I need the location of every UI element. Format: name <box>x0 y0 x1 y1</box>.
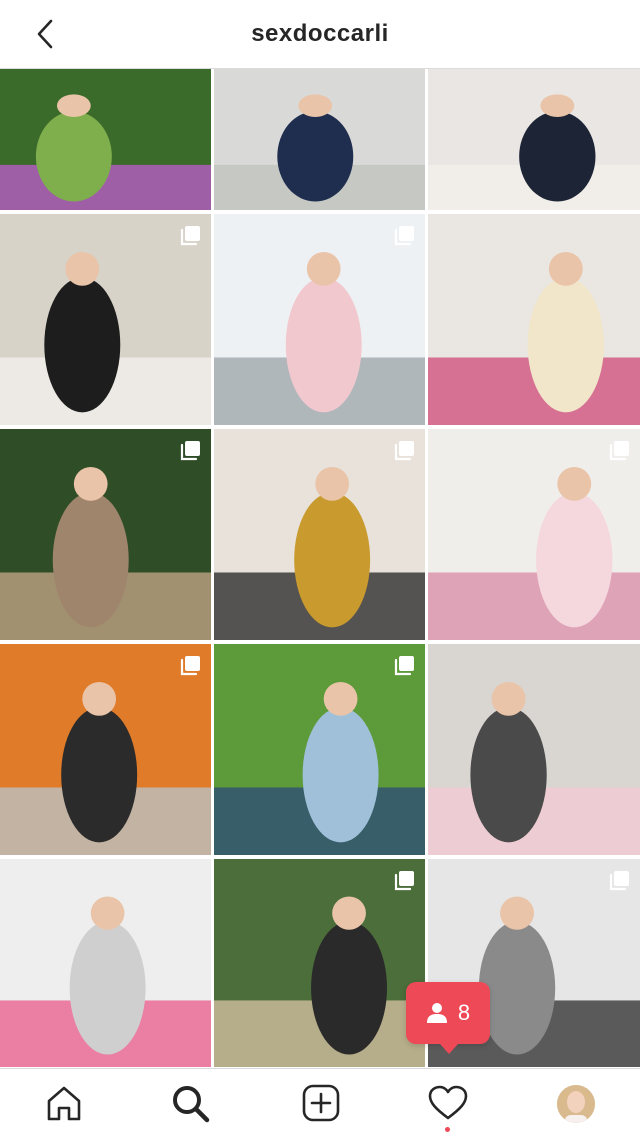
post-swing[interactable] <box>0 69 211 210</box>
post-pink-bow[interactable] <box>428 429 640 640</box>
multiple-photos-icon <box>180 226 200 246</box>
post-thumbnail <box>214 69 425 210</box>
profile-avatar[interactable] <box>557 1085 595 1123</box>
tab-new-post[interactable] <box>301 1083 341 1123</box>
tab-activity[interactable] <box>428 1083 468 1123</box>
notification-count: 8 <box>457 1000 471 1025</box>
post-pumpkins[interactable] <box>0 644 211 855</box>
top-bar: sexdoccarli <box>0 0 640 69</box>
home-icon <box>47 1086 81 1121</box>
post-laptop[interactable] <box>0 859 211 1067</box>
post-hug[interactable] <box>214 859 425 1067</box>
post-thumbnail <box>0 859 211 1067</box>
post-thumbnail <box>428 214 640 425</box>
post-mom-lifting[interactable] <box>428 69 640 210</box>
post-shadow[interactable] <box>214 69 425 210</box>
multiple-photos-icon <box>394 656 414 676</box>
post-snow[interactable] <box>214 214 425 425</box>
bottom-tab-bar <box>0 1068 640 1139</box>
tab-home[interactable] <box>44 1083 84 1123</box>
search-icon <box>173 1086 210 1123</box>
heart-icon <box>428 1085 468 1120</box>
post-pregnancy-balloons[interactable] <box>214 429 425 640</box>
avatar-image <box>557 1085 595 1123</box>
profile-username: sexdoccarli <box>251 20 389 47</box>
post-mask[interactable] <box>428 644 640 855</box>
activity-indicator-dot <box>445 1127 450 1132</box>
multiple-photos-icon <box>180 441 200 461</box>
add-post-icon <box>302 1084 340 1122</box>
post-christmas-tree[interactable] <box>0 429 211 640</box>
multiple-photos-icon <box>394 871 414 891</box>
activity-notification-badge[interactable]: 8 <box>406 982 490 1054</box>
multiple-photos-icon <box>609 871 629 891</box>
post-kitchen[interactable] <box>0 214 211 425</box>
person-icon <box>426 1003 447 1023</box>
post-thumbnail <box>428 644 640 855</box>
multiple-photos-icon <box>394 441 414 461</box>
post-thumbnail <box>0 69 211 210</box>
tab-search[interactable] <box>170 1083 210 1123</box>
post-office[interactable] <box>428 214 640 425</box>
multiple-photos-icon <box>394 226 414 246</box>
post-thumbnail <box>428 69 640 210</box>
post-field[interactable] <box>214 644 425 855</box>
post-grid <box>0 69 640 1067</box>
multiple-photos-icon <box>180 656 200 676</box>
multiple-photos-icon <box>609 441 629 461</box>
